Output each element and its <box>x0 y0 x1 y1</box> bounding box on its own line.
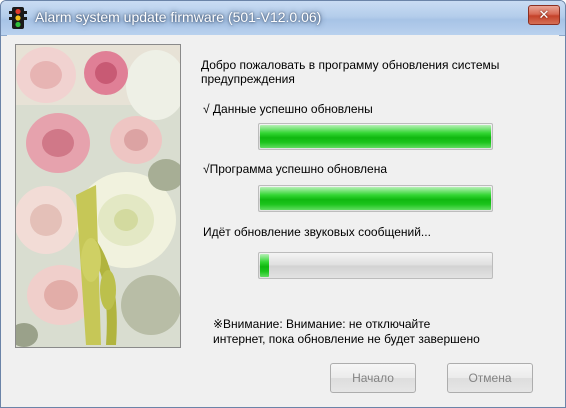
step-program-label: √Программа успешно обновлена <box>203 162 388 176</box>
close-button[interactable]: ✕ <box>528 5 560 25</box>
decorative-flowers-image <box>15 44 181 348</box>
warning-notice: ※Внимание: Внимание: не отключайте интер… <box>213 317 480 347</box>
warning-notice-line2: интернет, пока обновление не будет завер… <box>213 332 480 346</box>
traffic-light-icon <box>9 7 27 29</box>
data-update-progress-fill <box>260 125 491 148</box>
cancel-button[interactable]: Отмена <box>447 363 533 393</box>
step-data-label: √ Данные успешно обновлены <box>203 102 373 116</box>
program-update-progress-fill <box>260 187 491 210</box>
close-icon: ✕ <box>538 7 550 22</box>
window-title: Alarm system update firmware (501-V12.0.… <box>35 9 322 25</box>
welcome-text: Добро пожаловать в программу обновления … <box>201 58 500 86</box>
voice-update-progress-fill <box>260 254 269 277</box>
start-button[interactable]: Начало <box>330 363 416 393</box>
dialog-body: Добро пожаловать в программу обновления … <box>7 35 559 407</box>
step-voice-label: Идёт обновление звуковых сообщений... <box>203 225 431 239</box>
data-update-progress-bar <box>258 123 493 150</box>
voice-update-progress-bar <box>258 252 493 279</box>
installer-window: Alarm system update firmware (501-V12.0.… <box>0 0 566 408</box>
title-bar[interactable]: Alarm system update firmware (501-V12.0.… <box>1 1 565 36</box>
program-update-progress-bar <box>258 185 493 212</box>
warning-notice-line1: ※Внимание: Внимание: не отключайте <box>213 317 431 331</box>
